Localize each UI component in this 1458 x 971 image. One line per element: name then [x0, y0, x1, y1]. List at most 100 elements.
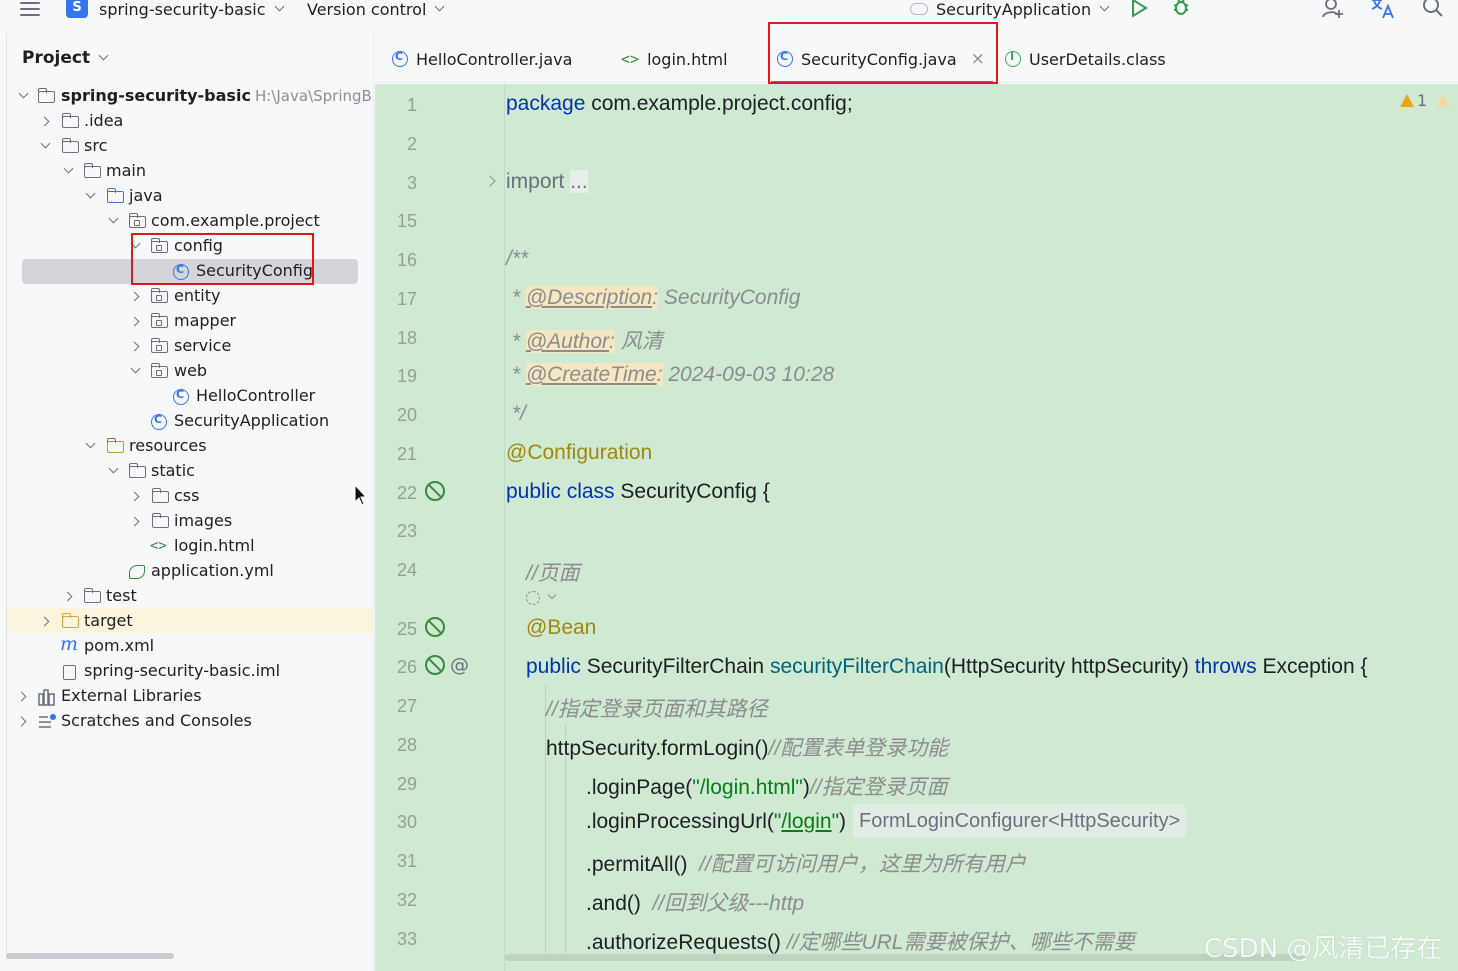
- spring-bean-gutter-icon[interactable]: [425, 617, 445, 637]
- tree-item-label: java: [129, 186, 163, 205]
- warning-icon[interactable]: [1400, 94, 1414, 107]
- vcs-menu[interactable]: Version control: [307, 0, 445, 20]
- expand-arrow-icon[interactable]: [131, 516, 141, 526]
- spring-bean-gutter-icon[interactable]: [425, 655, 445, 675]
- expand-arrow-icon[interactable]: [108, 215, 118, 225]
- code-line-33: .authorizeRequests() //定哪些URL需要被保护、哪些不需要: [586, 931, 1135, 954]
- expand-arrow-icon[interactable]: [63, 165, 73, 175]
- expand-arrow-icon[interactable]: [131, 291, 141, 301]
- main-menu-icon[interactable]: [20, 2, 40, 16]
- package-icon: [150, 313, 168, 328]
- tree-item-label: web: [174, 361, 208, 380]
- maven-icon: m: [60, 633, 79, 655]
- gutter-separator: [504, 84, 505, 971]
- project-horizontal-scrollbar[interactable]: [6, 953, 174, 959]
- expand-arrow-icon[interactable]: [85, 440, 95, 450]
- root-path: H:\Java\SpringB: [255, 87, 372, 105]
- add-user-icon[interactable]: [1321, 0, 1345, 20]
- folder-icon: [61, 138, 79, 153]
- module-folder-icon: [37, 88, 55, 103]
- project-switcher[interactable]: spring-security-basic: [99, 0, 284, 20]
- line-number: 22: [396, 483, 417, 503]
- folder-icon: [151, 488, 169, 503]
- run-icon[interactable]: [1130, 0, 1148, 18]
- line-number: 23: [396, 521, 417, 541]
- expand-arrow-icon[interactable]: [18, 90, 28, 100]
- expand-arrow-icon[interactable]: [131, 341, 141, 351]
- folder-icon: [151, 513, 169, 528]
- line-number: 2: [406, 134, 417, 154]
- code-line-26: public SecurityFilterChain securityFilte…: [526, 655, 1368, 678]
- tab-login-html[interactable]: <> login.html: [621, 48, 728, 70]
- at-symbol-gutter-icon[interactable]: @: [450, 654, 469, 676]
- line-number: 33: [396, 929, 417, 949]
- tree-item-label: resources: [129, 436, 207, 455]
- code-line-22: public class SecurityConfig {: [506, 480, 770, 503]
- spring-bean-gutter-icon[interactable]: [425, 481, 445, 501]
- translate-icon[interactable]: [1370, 0, 1396, 20]
- folder-icon: [128, 463, 146, 478]
- expand-arrow-icon[interactable]: [18, 691, 28, 701]
- line-number: 27: [396, 696, 417, 716]
- line-number: 31: [396, 851, 417, 871]
- editor-horizontal-scrollbar[interactable]: [505, 954, 1305, 961]
- code-line-16: /**: [506, 247, 529, 270]
- expand-arrow-icon[interactable]: [85, 190, 95, 200]
- search-icon[interactable]: [1422, 0, 1444, 18]
- folder-icon: [83, 588, 101, 603]
- line-number: 17: [396, 289, 417, 309]
- line-number: 20: [396, 405, 417, 425]
- code-line-29: .loginPage("/login.html")//指定登录页面: [586, 776, 948, 799]
- project-badge[interactable]: S: [66, 0, 88, 18]
- root-name: spring-security-basic: [61, 86, 251, 105]
- expand-arrow-icon[interactable]: [41, 116, 51, 126]
- tab-label: HelloController.java: [416, 49, 573, 69]
- tree-item-label: SecurityApplication: [174, 411, 330, 430]
- library-icon: [38, 689, 55, 706]
- code-line-24: //页面: [526, 562, 580, 585]
- tab-userdetails[interactable]: UserDetails.class: [1005, 48, 1166, 70]
- run-config-selector[interactable]: SecurityApplication: [910, 0, 1110, 20]
- expand-arrow-icon[interactable]: [130, 365, 140, 375]
- code-line-17: * @Description: SecurityConfig: [506, 286, 801, 309]
- tree-item-label: static: [151, 461, 195, 480]
- folder-icon: [61, 113, 79, 128]
- line-number: 24: [396, 560, 417, 580]
- chevron-down-icon: [434, 1, 445, 12]
- project-view-selector[interactable]: Project: [22, 48, 109, 68]
- code-line-27: //指定登录页面和其路径: [546, 698, 768, 721]
- folder-icon: [83, 163, 101, 178]
- scratches-icon: [39, 714, 56, 728]
- code-line-3: import ...: [506, 170, 588, 193]
- chevron-down-icon[interactable]: [547, 590, 557, 600]
- class-icon: [173, 388, 189, 405]
- expand-arrow-icon[interactable]: [108, 465, 118, 475]
- url-link[interactable]: /login: [781, 810, 831, 833]
- expand-arrow-icon[interactable]: [64, 591, 74, 601]
- interface-icon: [1005, 50, 1021, 67]
- watermark: CSDN @风清已存在: [1204, 934, 1443, 964]
- debug-icon[interactable]: [1171, 0, 1191, 17]
- folded-imports[interactable]: ...: [570, 170, 588, 193]
- tree-item-label: .idea: [84, 111, 124, 130]
- expand-arrow-icon[interactable]: [131, 316, 141, 326]
- expand-arrow-icon[interactable]: [131, 491, 141, 501]
- tree-item-label: target: [84, 611, 133, 630]
- code-editor[interactable]: 1 1 2 3 15 16 17 18 19 20 21 22 23 24 25…: [375, 84, 1458, 971]
- package-icon: [128, 213, 146, 228]
- code-line-30: .loginProcessingUrl("/login"): [586, 810, 847, 833]
- code-line-32: .and() //回到父级---http: [586, 892, 805, 915]
- expand-arrow-icon[interactable]: [18, 716, 28, 726]
- spring-bean-hint-icon[interactable]: [526, 591, 540, 605]
- expand-arrow-icon[interactable]: [40, 140, 50, 150]
- fold-arrow-icon[interactable]: [484, 175, 496, 187]
- panel-border: [6, 34, 7, 960]
- line-number: 28: [396, 735, 417, 755]
- expand-arrow-icon[interactable]: [41, 616, 51, 626]
- tree-item-label: External Libraries: [61, 686, 202, 705]
- excluded-folder-icon: [61, 613, 79, 628]
- tab-hellocontroller[interactable]: HelloController.java: [392, 48, 572, 70]
- spring-boot-icon: [910, 3, 928, 15]
- weak-warning-icon[interactable]: [1436, 94, 1450, 107]
- line-number: 3: [406, 173, 417, 193]
